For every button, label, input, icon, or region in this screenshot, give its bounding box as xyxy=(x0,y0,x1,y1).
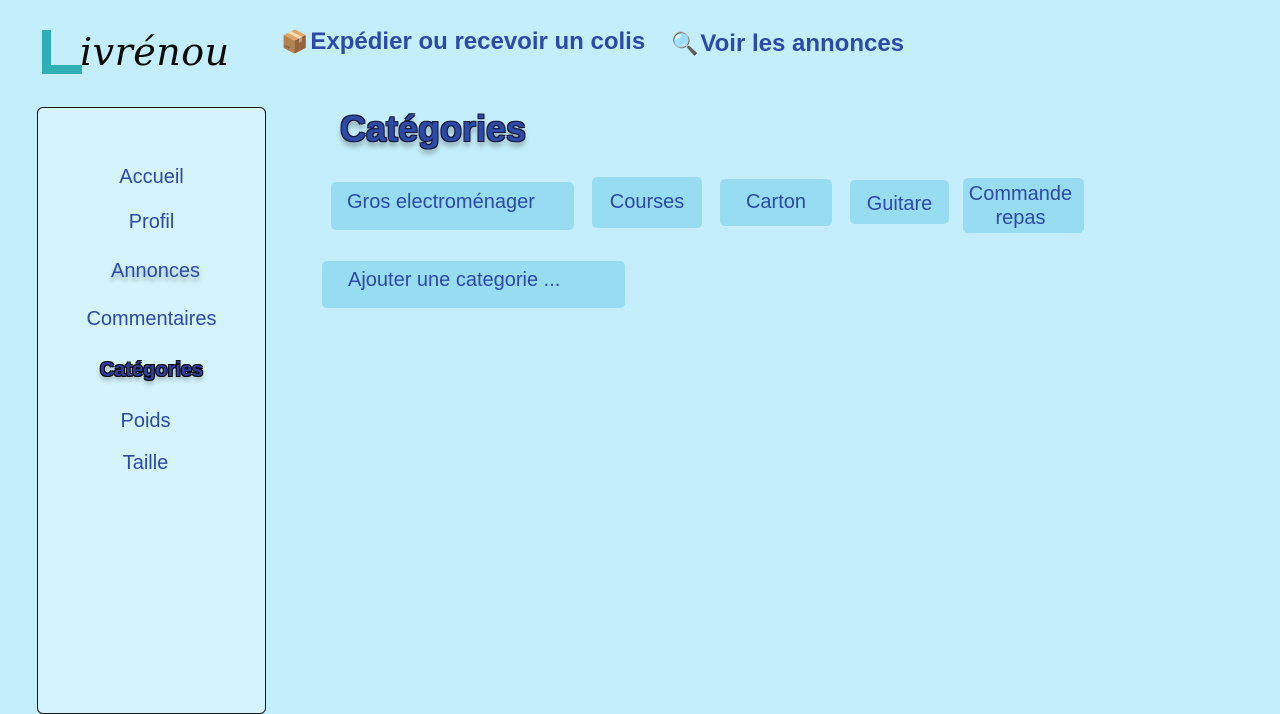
sidebar-item-poids[interactable]: Poids xyxy=(32,410,259,433)
page-title: Catégories xyxy=(340,108,527,149)
package-icon: 📦 xyxy=(281,29,309,54)
logo-text: ivrénou xyxy=(80,30,230,74)
sidebar-item-accueil[interactable]: Accueil xyxy=(38,166,265,189)
category-chip[interactable]: Commande repas xyxy=(963,178,1084,233)
sidebar-item-commentaires[interactable]: Commentaires xyxy=(38,308,265,331)
magnifier-icon: 🔍 xyxy=(671,31,699,56)
category-chip[interactable]: Courses xyxy=(592,177,702,228)
category-chip[interactable]: Carton xyxy=(720,179,832,226)
add-category-button[interactable]: Ajouter une categorie ... xyxy=(322,261,625,308)
logo-l-icon xyxy=(40,28,84,76)
category-chip[interactable]: Gros electroménager xyxy=(331,182,574,230)
sidebar-item-annonces[interactable]: Annonces xyxy=(42,260,269,283)
nav-view-ads[interactable]: 🔍 Voir les annonces xyxy=(671,30,904,58)
logo-link[interactable]: ivrénou xyxy=(40,20,230,76)
sidebar: Accueil Profil Annonces Commentaires Cat… xyxy=(37,107,266,714)
sidebar-item-taille[interactable]: Taille xyxy=(32,452,259,475)
sidebar-item-categories[interactable]: Catégories xyxy=(38,359,265,382)
category-chip[interactable]: Guitare xyxy=(850,180,949,224)
nav-send-parcel-label: Expédier ou recevoir un colis xyxy=(310,28,646,55)
nav-send-parcel[interactable]: 📦 Expédier ou recevoir un colis xyxy=(281,28,645,56)
sidebar-item-profil[interactable]: Profil xyxy=(38,211,265,234)
nav-view-ads-label: Voir les annonces xyxy=(700,30,905,57)
page: ivrénou 📦 Expédier ou recevoir un colis … xyxy=(0,0,1280,714)
